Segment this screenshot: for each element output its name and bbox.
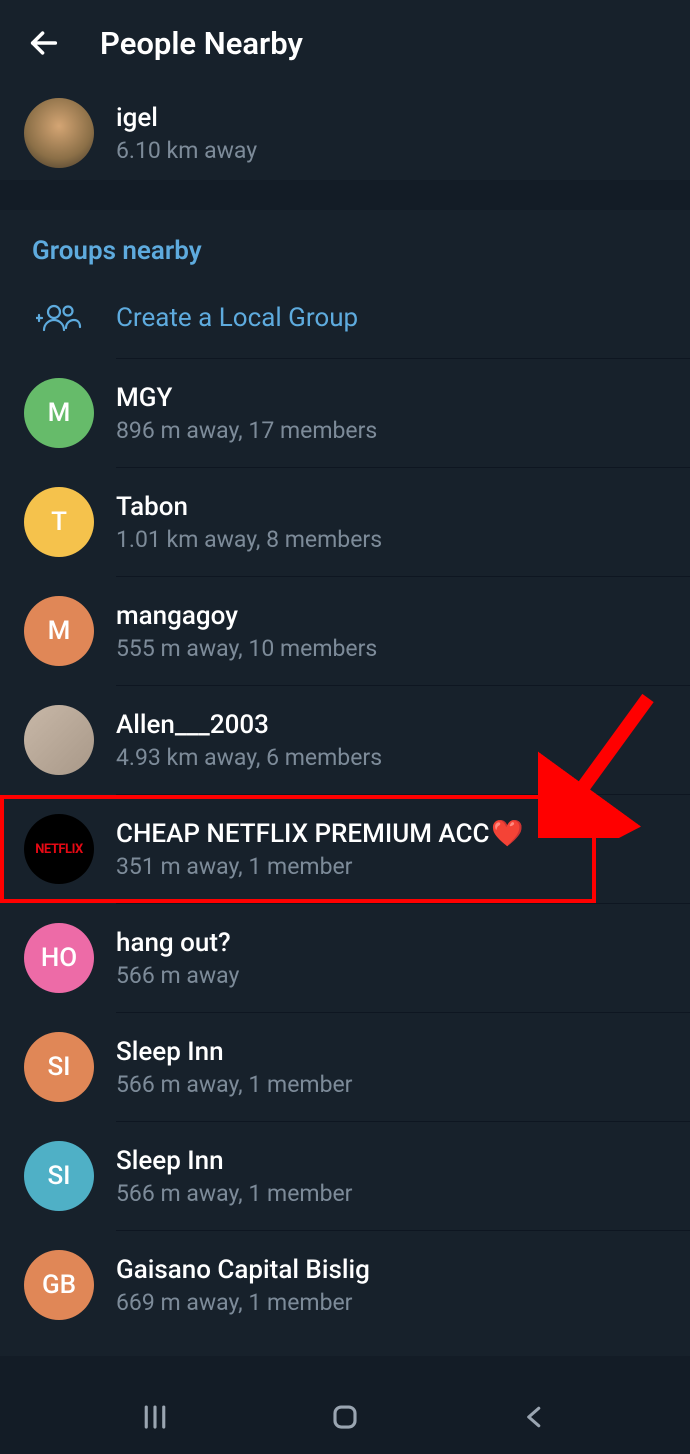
page-title: People Nearby bbox=[100, 25, 303, 62]
avatar: M bbox=[24, 596, 94, 666]
avatar: SI bbox=[24, 1032, 94, 1102]
back-button[interactable] bbox=[24, 23, 64, 63]
row-text: MGY 896 m away, 17 members bbox=[116, 383, 666, 444]
group-list: M MGY 896 m away, 17 members T Tabon 1.01 km … bbox=[0, 359, 690, 1339]
user-name: igel bbox=[116, 103, 666, 133]
group-name: Sleep Inn bbox=[116, 1146, 666, 1176]
nav-back-icon bbox=[520, 1402, 550, 1432]
group-row[interactable]: SI Sleep Inn 566 m away, 1 member bbox=[0, 1013, 690, 1121]
group-row[interactable]: HO hang out? 566 m away bbox=[0, 904, 690, 1012]
avatar: NETFLIX bbox=[24, 814, 94, 884]
home-icon bbox=[330, 1402, 360, 1432]
avatar: M bbox=[24, 378, 94, 448]
group-row[interactable]: NETFLIX CHEAP NETFLIX PREMIUM ACC❤️ 351 m … bbox=[0, 795, 596, 903]
group-sub: 555 m away, 10 members bbox=[116, 635, 666, 662]
avatar: GB bbox=[24, 1250, 94, 1320]
section-gap bbox=[0, 180, 690, 210]
group-name: CHEAP NETFLIX PREMIUM ACC❤️ bbox=[116, 819, 572, 849]
row-text: CHEAP NETFLIX PREMIUM ACC❤️ 351 m away, 1… bbox=[116, 819, 572, 880]
group-row[interactable]: GB Gaisano Capital Bislig 669 m away, 1 me… bbox=[0, 1231, 690, 1339]
add-group-icon bbox=[24, 300, 94, 336]
avatar: T bbox=[24, 487, 94, 557]
group-name: Sleep Inn bbox=[116, 1037, 666, 1067]
row-text: Gaisano Capital Bislig 669 m away, 1 memb… bbox=[116, 1255, 666, 1316]
group-name: Gaisano Capital Bislig bbox=[116, 1255, 666, 1285]
create-local-group-label: Create a Local Group bbox=[116, 303, 358, 333]
group-row[interactable]: Allen___2003 4.93 km away, 6 members bbox=[0, 686, 690, 794]
group-sub: 1.01 km away, 8 members bbox=[116, 526, 666, 553]
row-text: hang out? 566 m away bbox=[116, 928, 666, 989]
group-row[interactable]: T Tabon 1.01 km away, 8 members bbox=[0, 468, 690, 576]
group-sub: 566 m away, 1 member bbox=[116, 1071, 666, 1098]
group-row[interactable]: Mmangagoy 555 m away, 10 members bbox=[0, 577, 690, 685]
nearby-user-row[interactable]: igel 6.10 km away bbox=[0, 86, 690, 180]
group-sub: 566 m away bbox=[116, 962, 666, 989]
row-text: Allen___2003 4.93 km away, 6 members bbox=[116, 710, 666, 771]
nav-back-button[interactable] bbox=[505, 1387, 565, 1447]
row-text: Sleep Inn 566 m away, 1 member bbox=[116, 1037, 666, 1098]
group-name: mangagoy bbox=[116, 601, 666, 631]
group-sub: 351 m away, 1 member bbox=[116, 853, 572, 880]
group-row[interactable]: SI Sleep Inn 566 m away, 1 member bbox=[0, 1122, 690, 1230]
row-text: Tabon 1.01 km away, 8 members bbox=[116, 492, 666, 553]
group-name: Allen___2003 bbox=[116, 710, 666, 740]
system-navbar bbox=[0, 1380, 690, 1454]
avatar: SI bbox=[24, 1141, 94, 1211]
user-distance: 6.10 km away bbox=[116, 137, 666, 164]
bottom-gap bbox=[0, 1356, 690, 1380]
arrow-left-icon bbox=[27, 26, 61, 60]
avatar bbox=[24, 98, 94, 168]
row-text: Sleep Inn 566 m away, 1 member bbox=[116, 1146, 666, 1207]
row-text: mangagoy 555 m away, 10 members bbox=[116, 601, 666, 662]
avatar bbox=[24, 705, 94, 775]
heart-icon: ❤️ bbox=[491, 819, 523, 849]
nav-recents-button[interactable] bbox=[125, 1387, 185, 1447]
group-sub: 896 m away, 17 members bbox=[116, 417, 666, 444]
group-name: Tabon bbox=[116, 492, 666, 522]
group-name: hang out? bbox=[116, 928, 666, 958]
nav-home-button[interactable] bbox=[315, 1387, 375, 1447]
group-sub: 566 m away, 1 member bbox=[116, 1180, 666, 1207]
group-row[interactable]: M MGY 896 m away, 17 members bbox=[0, 359, 690, 467]
group-sub: 4.93 km away, 6 members bbox=[116, 744, 666, 771]
header: People Nearby bbox=[0, 0, 690, 86]
recents-icon bbox=[140, 1402, 170, 1432]
row-text: igel 6.10 km away bbox=[116, 103, 666, 164]
create-local-group-button[interactable]: Create a Local Group bbox=[0, 278, 690, 358]
group-name: MGY bbox=[116, 383, 666, 413]
group-sub: 669 m away, 1 member bbox=[116, 1289, 666, 1316]
avatar: HO bbox=[24, 923, 94, 993]
groups-nearby-header: Groups nearby bbox=[0, 210, 690, 278]
